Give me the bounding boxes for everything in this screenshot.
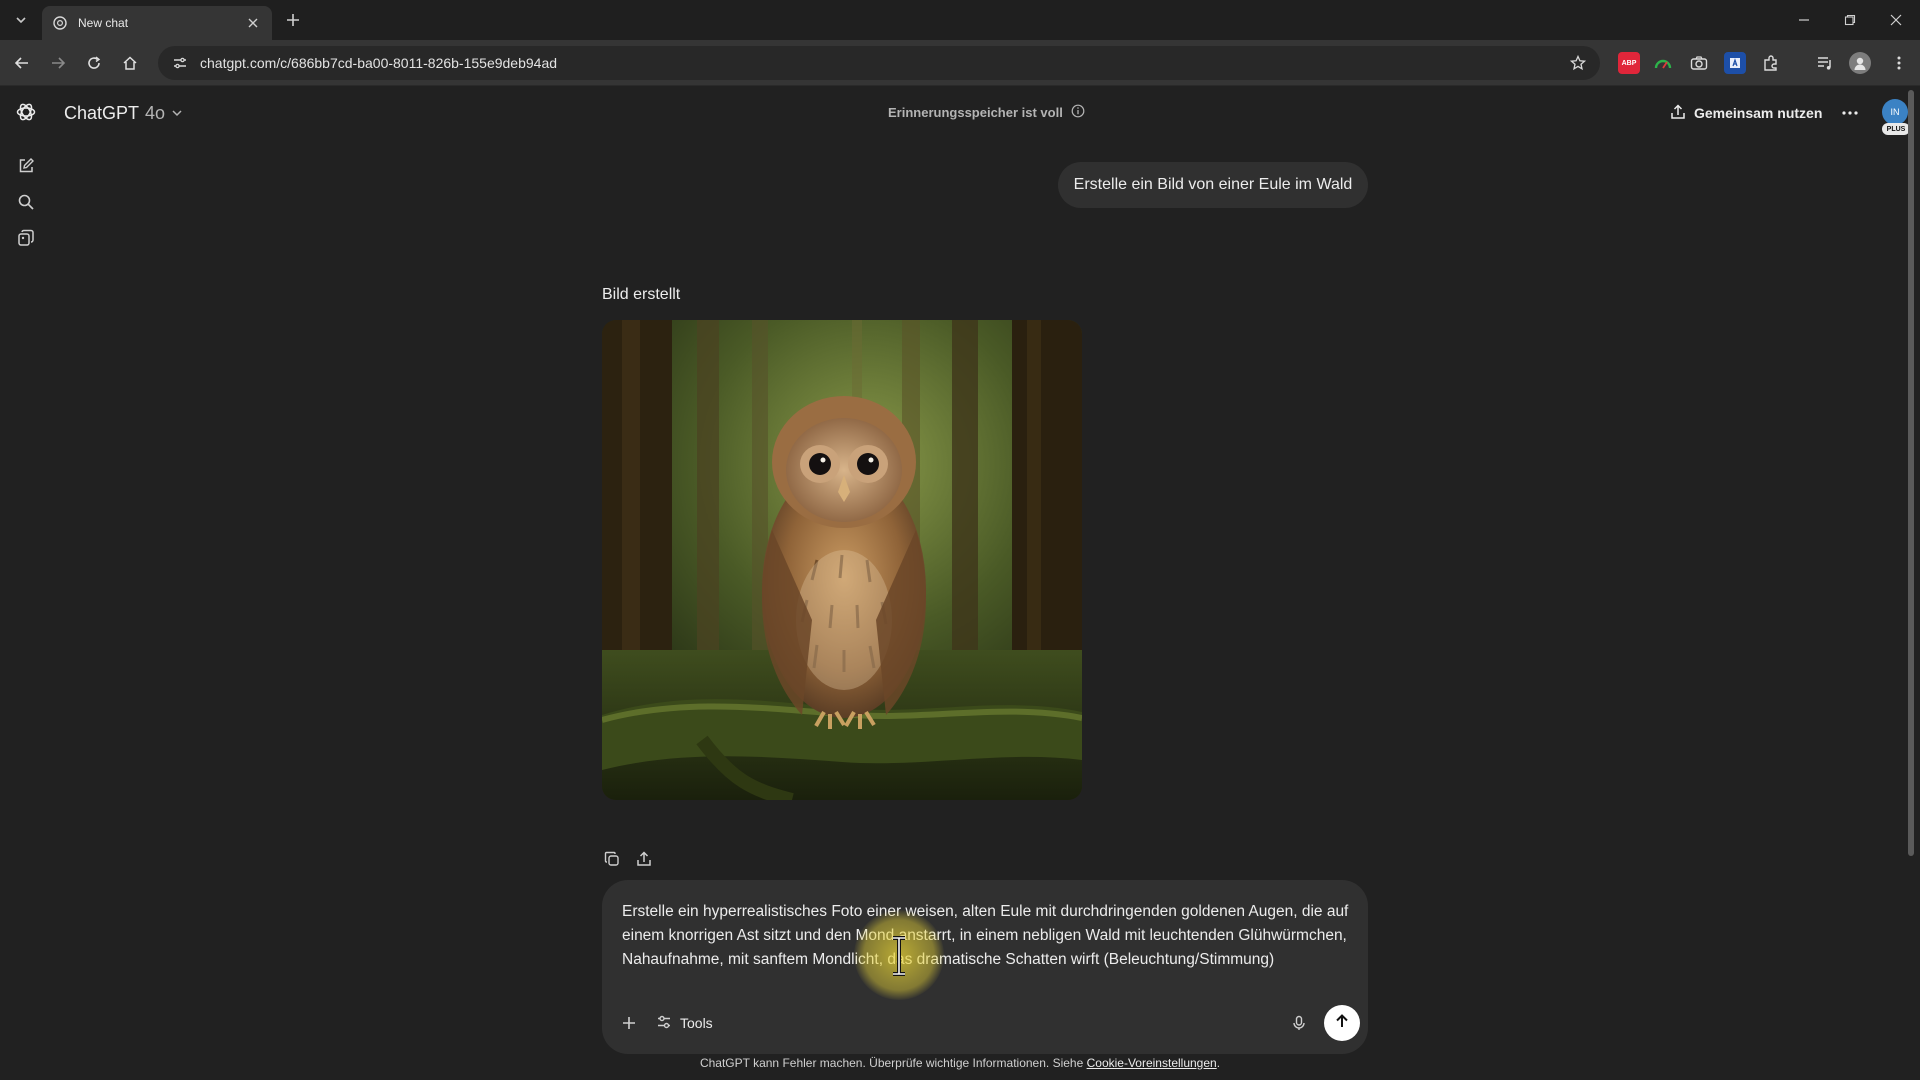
back-arrow-icon[interactable] [10, 51, 34, 75]
url-text: chatgpt.com/c/686bb7cd-ba00-8011-826b-15… [200, 55, 558, 71]
send-button[interactable] [1324, 1005, 1360, 1041]
tools-sliders-icon [656, 1014, 672, 1033]
site-info-icon[interactable] [170, 53, 190, 73]
prompt-input[interactable]: Erstelle ein hyperrealistisches Foto ein… [622, 900, 1352, 972]
adblock-plus-extension-icon[interactable]: ABP [1618, 52, 1640, 74]
page-scrollbar[interactable] [1908, 90, 1914, 856]
gauge-extension-icon[interactable] [1652, 52, 1674, 74]
bookmark-star-icon[interactable] [1568, 53, 1588, 73]
tools-button[interactable]: Tools [656, 1010, 713, 1036]
browser-profile-avatar-icon[interactable] [1849, 52, 1871, 74]
microphone-icon[interactable] [1286, 1010, 1312, 1036]
user-message-bubble: Erstelle ein Bild von einer Eule im Wald [1058, 162, 1368, 208]
user-message-text: Erstelle ein Bild von einer Eule im Wald [1073, 176, 1353, 193]
share-button[interactable]: Gemeinsam nutzen [1670, 99, 1822, 127]
home-icon[interactable] [118, 51, 142, 75]
tab-title: New chat [78, 16, 129, 30]
new-tab-plus-icon[interactable] [282, 9, 304, 31]
disclaimer-period: . [1216, 1056, 1221, 1070]
tools-label: Tools [680, 1015, 713, 1031]
address-bar[interactable]: chatgpt.com/c/686bb7cd-ba00-8011-826b-15… [158, 46, 1600, 80]
browser-tab-bar: New chat [0, 0, 1920, 40]
info-icon[interactable] [1071, 104, 1085, 121]
tab-list-chevron-icon[interactable] [10, 9, 32, 31]
close-window-icon[interactable] [1884, 8, 1908, 32]
search-chats-icon[interactable] [14, 190, 38, 214]
tab-close-icon[interactable] [244, 14, 262, 32]
restore-window-icon[interactable] [1838, 8, 1862, 32]
image-status-label: Bild erstellt [602, 286, 681, 303]
new-chat-icon[interactable] [14, 154, 38, 178]
generated-owl-image[interactable] [602, 320, 1082, 800]
browser-tab-active[interactable]: New chat [42, 6, 272, 40]
model-selector[interactable]: ChatGPT 4o [64, 98, 183, 128]
share-upload-icon [1670, 103, 1686, 123]
browser-toolbar: chatgpt.com/c/686bb7cd-ba00-8011-826b-15… [0, 40, 1920, 86]
avatar-initials: IN [1890, 107, 1900, 117]
arrow-up-icon [1334, 1013, 1350, 1034]
chevron-down-icon [171, 103, 183, 124]
reload-icon[interactable] [82, 51, 106, 75]
user-avatar[interactable]: IN [1882, 99, 1908, 125]
forward-arrow-icon[interactable] [46, 51, 70, 75]
chatgpt-favicon-icon [52, 15, 68, 31]
plan-badge: PLUS [1882, 123, 1910, 135]
cookie-preferences-link[interactable]: Cookie-Voreinstellungen [1087, 1056, 1217, 1070]
copy-icon[interactable] [601, 848, 623, 870]
extensions-puzzle-icon[interactable] [1760, 52, 1782, 74]
minimize-window-icon[interactable] [1792, 8, 1816, 32]
library-images-icon[interactable] [14, 226, 38, 250]
memory-notice-text: Erinnerungsspeicher ist voll [888, 105, 1063, 120]
openai-logo-icon[interactable] [14, 100, 38, 124]
memory-full-notice[interactable]: Erinnerungsspeicher ist voll [888, 104, 1085, 121]
translate-extension-icon[interactable] [1724, 52, 1746, 74]
model-version: 4o [145, 102, 166, 123]
more-options-icon[interactable] [1838, 101, 1862, 125]
message-composer: Erstelle ein hyperrealistisches Foto ein… [602, 880, 1368, 1054]
disclaimer-text: ChatGPT kann Fehler machen. Überprüfe wi… [699, 1056, 1087, 1070]
model-name: ChatGPT [64, 102, 140, 123]
browser-menu-kebab-icon[interactable] [1888, 52, 1910, 74]
media-controls-icon[interactable] [1814, 52, 1836, 74]
adblock-label: ABP [1621, 59, 1637, 67]
footer-disclaimer: ChatGPT kann Fehler machen. Überprüfe wi… [0, 1056, 1920, 1070]
text-cursor-ibeam-icon [893, 936, 905, 976]
chatgpt-app: ChatGPT 4o Erinnerungsspeicher ist voll … [0, 86, 1920, 1080]
add-attachment-plus-icon[interactable] [616, 1010, 642, 1036]
share-image-icon[interactable] [633, 848, 655, 870]
share-label: Gemeinsam nutzen [1694, 105, 1823, 121]
camera-extension-icon[interactable] [1688, 52, 1710, 74]
